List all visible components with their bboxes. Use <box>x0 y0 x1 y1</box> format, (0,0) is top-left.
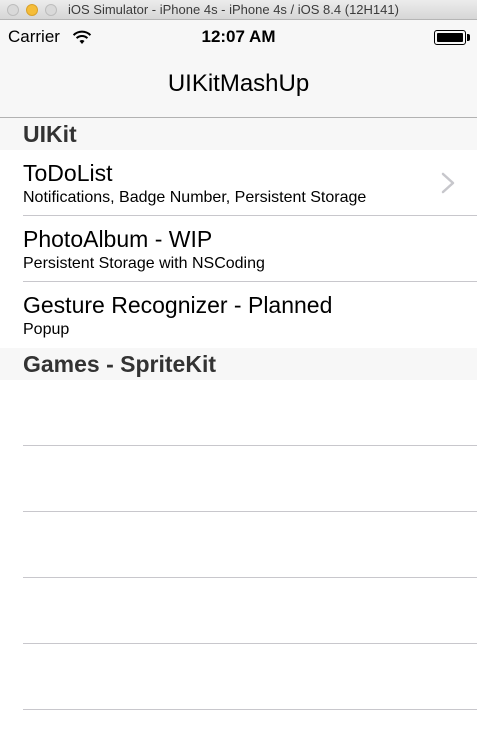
empty-row <box>0 512 477 578</box>
window-title: iOS Simulator - iPhone 4s - iPhone 4s / … <box>68 2 399 17</box>
nav-title: UIKitMashUp <box>167 70 310 97</box>
simulator-title-bar: iOS Simulator - iPhone 4s - iPhone 4s / … <box>0 0 477 20</box>
empty-row <box>0 644 477 710</box>
close-window-button[interactable] <box>7 4 19 16</box>
empty-row <box>0 446 477 512</box>
minimize-window-button[interactable] <box>26 4 38 16</box>
status-time: 12:07 AM <box>201 27 276 46</box>
cell-title: ToDoList <box>23 160 113 186</box>
cell-subtitle: Popup <box>23 321 70 338</box>
chevron-right-icon <box>441 172 455 194</box>
cell-title: Gesture Recognizer - Planned <box>23 292 333 318</box>
cell-title: PhotoAlbum - WIP <box>23 226 213 252</box>
table-row-photoalbum[interactable]: PhotoAlbum - WIP Persistent Storage with… <box>0 216 477 282</box>
cell-subtitle: Notifications, Badge Number, Persistent … <box>23 189 367 206</box>
empty-row <box>0 380 477 446</box>
navigation-bar: UIKitMashUp <box>0 52 477 118</box>
cell-subtitle: Persistent Storage with NSCoding <box>23 255 265 272</box>
table-row-gesture-recognizer[interactable]: Gesture Recognizer - Planned Popup <box>0 282 477 348</box>
table-row-todolist[interactable]: ToDoList Notifications, Badge Number, Pe… <box>0 150 477 216</box>
battery-icon <box>434 30 470 45</box>
table-view[interactable]: UIKit ToDoList Notifications, Badge Numb… <box>0 118 477 734</box>
row-separator <box>23 709 477 710</box>
empty-row <box>0 578 477 644</box>
zoom-window-button[interactable] <box>45 4 57 16</box>
status-bar: Carrier 12:07 AM <box>0 20 477 52</box>
section-header-uikit: UIKit <box>0 118 477 150</box>
section-header-games: Games - SpriteKit <box>0 348 477 380</box>
